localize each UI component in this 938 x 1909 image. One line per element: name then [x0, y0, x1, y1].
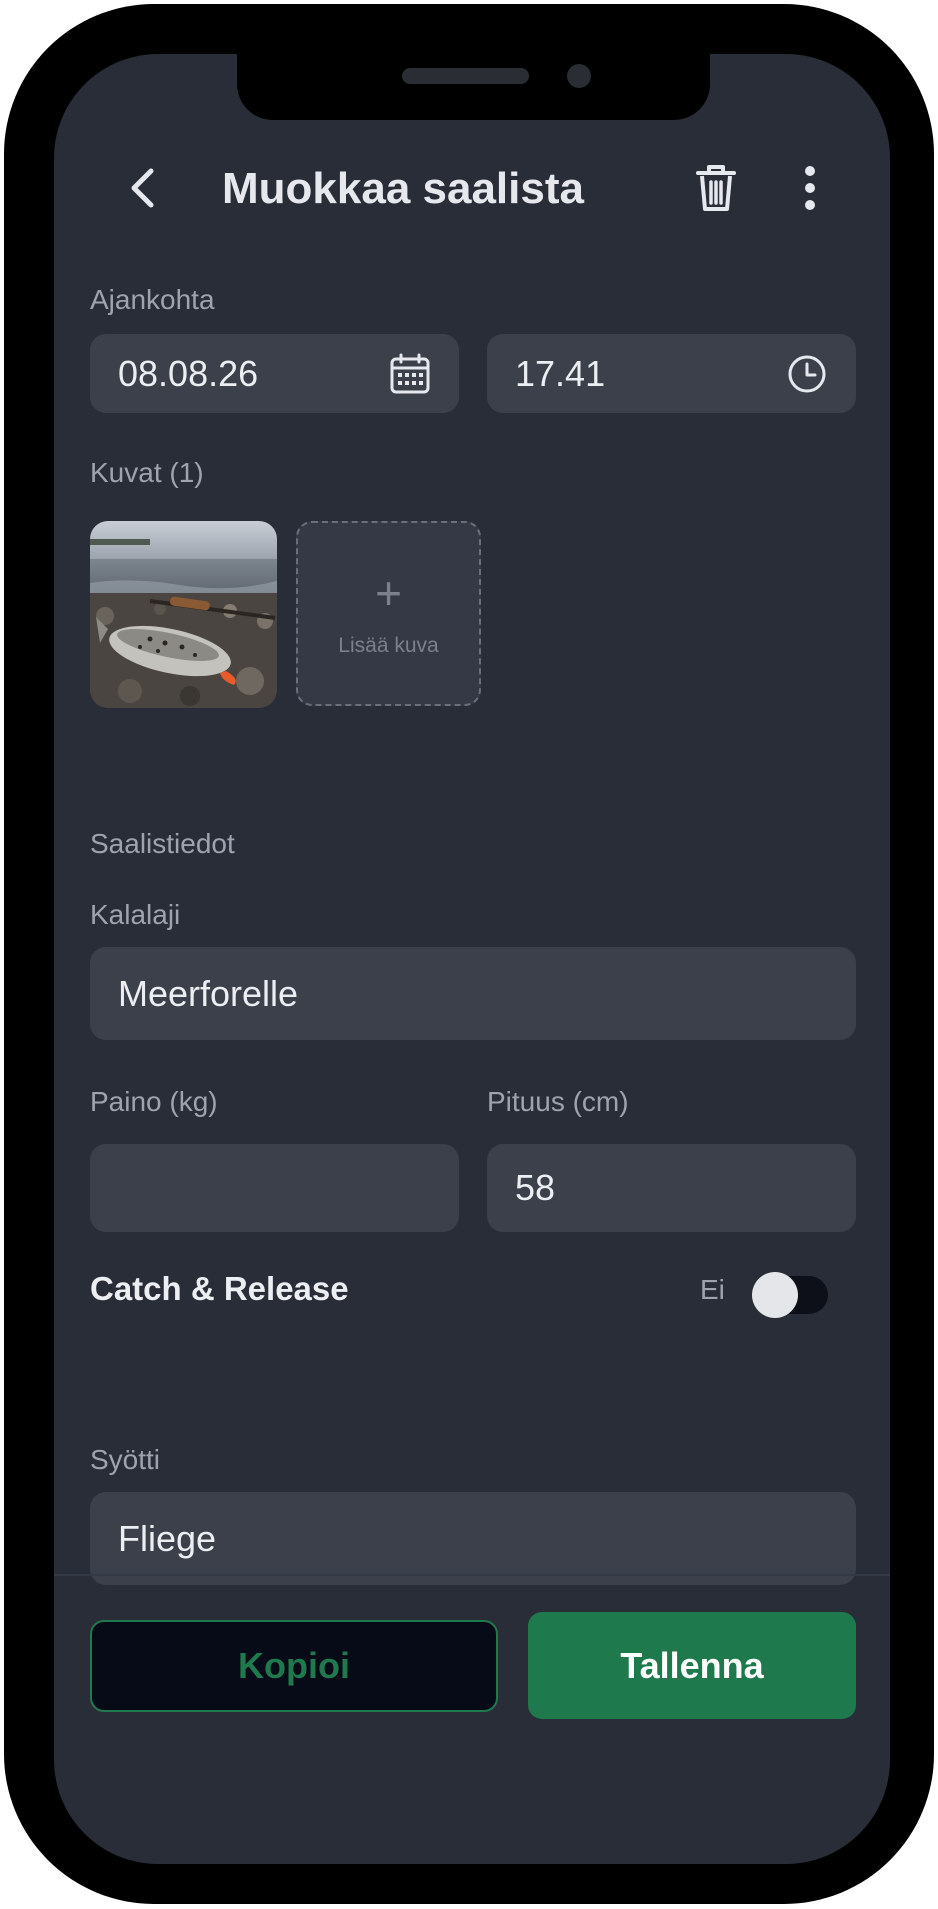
datetime-label: Ajankohta [90, 284, 215, 315]
page-title: Muokkaa saalista [222, 164, 584, 213]
add-photo-button[interactable]: + Lisää kuva [296, 521, 481, 706]
catch-release-state: Ei [700, 1274, 725, 1305]
catch-details-section-label: Saalistiedot [90, 828, 235, 859]
trash-icon [696, 165, 736, 211]
save-button[interactable]: Tallenna [528, 1612, 856, 1719]
length-label: Pituus (cm) [487, 1086, 629, 1117]
back-button[interactable] [114, 152, 170, 224]
time-field[interactable]: 17.41 [487, 334, 856, 413]
more-options-button[interactable] [782, 152, 838, 224]
species-field[interactable]: Meerforelle [90, 947, 856, 1040]
time-value: 17.41 [515, 352, 606, 394]
weight-label: Paino (kg) [90, 1086, 218, 1117]
add-photo-label: Lisää kuva [338, 633, 439, 657]
plus-icon: + [375, 566, 402, 619]
bait-label: Syötti [90, 1444, 161, 1475]
catch-release-label: Catch & Release [90, 1270, 349, 1307]
date-field[interactable]: 08.08.26 [90, 334, 459, 413]
footer-divider [54, 1574, 890, 1576]
front-camera [567, 64, 591, 88]
catch-photo-thumbnail[interactable] [90, 521, 277, 708]
speaker-grille [402, 68, 529, 84]
calendar-icon[interactable] [389, 353, 431, 395]
catch-release-toggle[interactable] [752, 1272, 828, 1318]
app-screen: Muokkaa saalista Ajankohta 08.08.26 17.4… [54, 54, 890, 1864]
length-field[interactable]: 58 [487, 1144, 856, 1232]
photos-label: Kuvat (1) [90, 457, 204, 488]
clock-icon[interactable] [786, 353, 828, 395]
weight-field[interactable] [90, 1144, 459, 1232]
species-value: Meerforelle [118, 972, 299, 1014]
date-value: 08.08.26 [118, 352, 259, 394]
device-notch [237, 54, 710, 120]
bait-field[interactable]: Fliege [90, 1492, 856, 1585]
delete-button[interactable] [684, 152, 748, 224]
chevron-left-icon [131, 168, 154, 208]
length-value: 58 [515, 1167, 556, 1208]
more-vertical-icon [805, 166, 815, 210]
catch-photo-image [90, 521, 277, 708]
phone-frame: Muokkaa saalista Ajankohta 08.08.26 17.4… [4, 4, 934, 1904]
toggle-knob [752, 1272, 798, 1318]
copy-button[interactable]: Kopioi [90, 1620, 498, 1712]
species-label: Kalalaji [90, 899, 181, 930]
bait-value: Fliege [118, 1517, 217, 1559]
